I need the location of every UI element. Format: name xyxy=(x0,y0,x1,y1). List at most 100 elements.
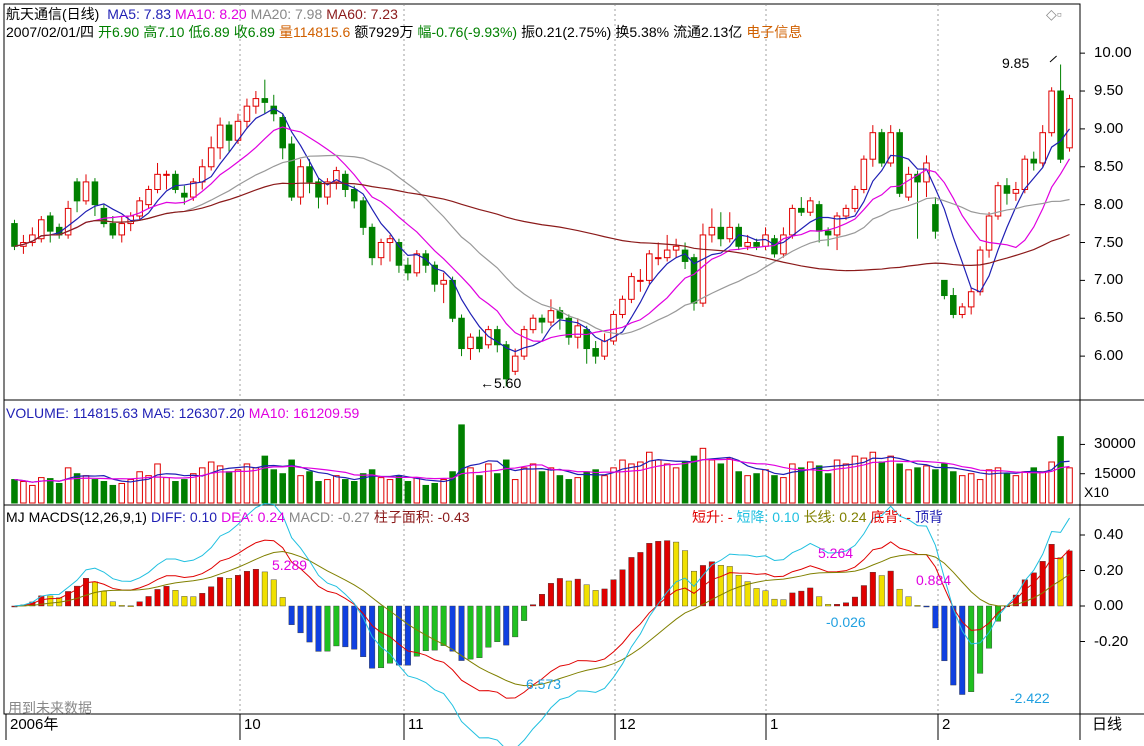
volume-bar xyxy=(628,463,635,504)
candle-body xyxy=(950,295,957,315)
macd-bar xyxy=(565,580,572,607)
candle-body xyxy=(1048,90,1055,134)
volume-bar xyxy=(118,482,126,504)
macd-bar xyxy=(467,605,474,660)
candle-body xyxy=(404,264,412,274)
volume-bar xyxy=(976,479,984,504)
candle-body xyxy=(297,166,304,198)
candle-body xyxy=(878,132,886,164)
legend-item: MA5: 7.83 xyxy=(107,6,172,22)
candle-body xyxy=(449,279,456,319)
macd-bar xyxy=(449,605,456,652)
date-tick-label: 12 xyxy=(619,716,636,733)
volume-bar xyxy=(789,463,796,504)
candle-body xyxy=(529,317,537,331)
window-controls-icon[interactable]: ◇▫ xyxy=(1046,6,1062,22)
macd-tick-label: 0.20 xyxy=(1094,561,1124,579)
candlestick-series xyxy=(11,64,1073,387)
volume-bar xyxy=(601,475,608,504)
candle-body xyxy=(145,188,152,206)
macd-bar xyxy=(932,605,939,629)
date-tick-label: 10 xyxy=(244,716,261,733)
volume-bars xyxy=(11,424,1085,504)
price-tick-label: 8.00 xyxy=(1094,195,1124,213)
macd-bar xyxy=(512,605,519,638)
candle-body xyxy=(798,207,805,213)
macd-bar xyxy=(977,605,984,674)
volume-bar xyxy=(404,481,412,504)
legend-item: 长线: 0.24 xyxy=(803,509,867,525)
legend-item: VOLUME: 114815.63 xyxy=(6,405,139,421)
macd-bar xyxy=(100,591,107,607)
price-tick-label: 7.50 xyxy=(1094,233,1124,251)
candle-body xyxy=(181,192,188,198)
candle-body xyxy=(225,124,233,141)
date-tick-label: 1 xyxy=(770,716,779,733)
volume-bar xyxy=(172,481,179,504)
macd-bar xyxy=(181,596,188,607)
macd-bar xyxy=(306,605,313,643)
macd-bar xyxy=(351,605,358,650)
macd-bar xyxy=(914,605,921,607)
volume-bar xyxy=(753,473,760,504)
volume-bar xyxy=(29,484,36,504)
legend-item: MA10: 8.20 xyxy=(175,6,247,22)
macd-bar xyxy=(771,598,778,607)
candle-body xyxy=(359,200,367,228)
macd-bar xyxy=(941,605,948,662)
candle-body xyxy=(1039,132,1046,164)
candle-body xyxy=(592,348,599,357)
volume-bar xyxy=(583,471,590,504)
candle-body xyxy=(368,226,376,259)
candle-body xyxy=(520,329,528,357)
volume-bar xyxy=(538,471,546,504)
volume-bar xyxy=(932,469,939,504)
macd-bar xyxy=(834,604,841,607)
candle-body xyxy=(306,166,313,183)
price-tick-label: 9.00 xyxy=(1094,119,1124,137)
volume-bar xyxy=(91,479,99,504)
candle-body xyxy=(163,173,170,176)
volume-bar xyxy=(637,461,644,504)
date-tick-label: 2 xyxy=(942,716,951,733)
candle-body xyxy=(279,117,286,149)
candle-body xyxy=(583,329,590,350)
volume-bar xyxy=(950,471,957,504)
macd-bar xyxy=(109,601,116,607)
date-tick-label: 2006年 xyxy=(10,716,59,733)
volume-bar xyxy=(1057,436,1064,504)
candle-body xyxy=(574,325,582,338)
legend-item: 收6.89 xyxy=(233,24,275,40)
candle-body xyxy=(82,181,90,202)
candle-body xyxy=(619,298,626,315)
candle-body xyxy=(905,173,912,198)
volume-bar xyxy=(798,467,805,504)
candle-body xyxy=(46,215,54,232)
price-tick-label: 9.50 xyxy=(1094,82,1124,100)
volume-bar xyxy=(315,481,322,504)
candle-body xyxy=(350,188,358,202)
macd-bar xyxy=(637,552,644,607)
macd-histogram xyxy=(11,540,1073,695)
legend-item: 短降: 0.10 xyxy=(736,509,800,525)
macd-bar xyxy=(1048,544,1055,607)
macd-bar xyxy=(378,605,385,669)
macd-bar xyxy=(333,605,340,647)
macd-bar xyxy=(163,586,170,607)
low-price-annotation: ←5.60 xyxy=(480,375,522,391)
macd-bar xyxy=(601,588,608,607)
volume-bar xyxy=(46,478,54,504)
candle-body xyxy=(842,207,850,217)
legend-item: 幅-0.76(-9.93%) xyxy=(417,24,518,40)
period-label[interactable]: 日线 xyxy=(1092,717,1122,733)
volume-bar xyxy=(198,467,206,504)
volume-bar xyxy=(1021,471,1029,504)
candle-body xyxy=(1057,90,1064,160)
candle-body xyxy=(109,223,117,236)
diff-line xyxy=(14,539,1070,699)
candle-body xyxy=(198,166,206,183)
macd-bar xyxy=(440,605,447,646)
candle-body xyxy=(261,98,269,103)
macd-bar xyxy=(288,605,295,625)
short-line xyxy=(14,503,1070,746)
